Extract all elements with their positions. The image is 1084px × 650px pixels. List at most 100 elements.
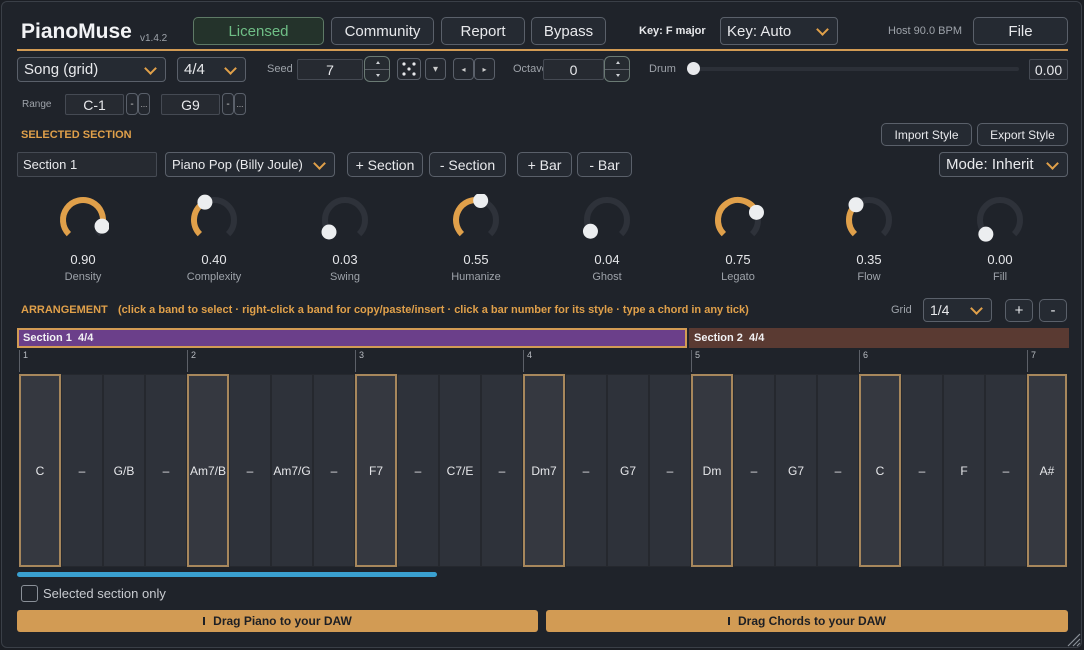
import-style-button[interactable]: Import Style (881, 123, 972, 146)
knob-humanize[interactable]: 0.55 Humanize (411, 194, 541, 283)
knob-dial-icon[interactable] (974, 194, 1026, 246)
range-low-menu[interactable]: ... (138, 93, 150, 115)
chord-tick[interactable]: Dm (691, 374, 733, 567)
chord-tick[interactable]: G/B (103, 374, 145, 567)
chord-tick[interactable]: – (901, 374, 943, 567)
seed-input[interactable]: 7 (297, 59, 363, 80)
drum-value[interactable]: 0.00 (1029, 59, 1068, 80)
knob-label: Humanize (451, 271, 501, 283)
chevron-down-icon (1046, 156, 1059, 170)
chord-tick[interactable]: – (481, 374, 523, 567)
chord-tick[interactable]: – (229, 374, 271, 567)
knob-dial-icon[interactable] (843, 194, 895, 246)
bar-number-2[interactable]: 2 (187, 350, 196, 372)
range-low-minus[interactable]: - (126, 93, 138, 115)
section-band-1[interactable]: Section 1 4/4 (17, 328, 687, 348)
bar-number-1[interactable]: 1 (19, 350, 28, 372)
knob-ghost[interactable]: 0.04 Ghost (542, 194, 672, 283)
seed-next-button[interactable]: ▸ (474, 58, 495, 80)
section-band-2[interactable]: Section 2 4/4 (689, 328, 1069, 348)
bar-number-6[interactable]: 6 (859, 350, 868, 372)
randomize-seed-button[interactable] (397, 58, 421, 80)
drag-chords-button[interactable]: Drag Chords to your DAW (546, 610, 1068, 632)
time-signature-select[interactable]: 4/4 (177, 57, 246, 82)
chord-tick[interactable]: C7/E (439, 374, 481, 567)
zoom-in-button[interactable]: + (1005, 299, 1033, 322)
knob-dial-icon[interactable] (581, 194, 633, 246)
knob-fill[interactable]: 0.00 Fill (935, 194, 1065, 283)
add-section-button[interactable]: + Section (347, 152, 423, 177)
zoom-out-button[interactable]: - (1039, 299, 1067, 322)
knob-dial-icon[interactable] (450, 194, 502, 246)
chord-tick[interactable]: F (943, 374, 985, 567)
range-low-input[interactable]: C-1 (65, 94, 124, 115)
chord-tick[interactable]: C (19, 374, 61, 567)
grid-select[interactable]: 1/4 (923, 298, 992, 322)
section-mode-select[interactable]: Mode: Inherit (939, 152, 1068, 177)
chord-tick[interactable]: F7 (355, 374, 397, 567)
remove-section-button[interactable]: - Section (429, 152, 506, 177)
chord-tick[interactable]: – (649, 374, 691, 567)
knob-dial-icon[interactable] (712, 194, 764, 246)
knob-dial-icon[interactable] (188, 194, 240, 246)
range-high-minus[interactable]: - (222, 93, 234, 115)
bypass-button[interactable]: Bypass (531, 17, 606, 45)
range-high-menu[interactable]: ... (234, 93, 246, 115)
mode-select[interactable]: Song (grid) (17, 57, 166, 82)
drum-slider-thumb[interactable] (687, 62, 700, 75)
drum-slider-track[interactable] (693, 67, 1019, 71)
bar-number-7[interactable]: 7 (1027, 350, 1036, 372)
octave-stepper[interactable] (604, 56, 630, 82)
chord-tick[interactable]: C (859, 374, 901, 567)
selected-only-checkbox[interactable] (21, 585, 38, 602)
knob-label: Flow (857, 271, 881, 283)
section-name-input[interactable]: Section 1 (17, 152, 157, 177)
chord-tick[interactable]: Am7/B (187, 374, 229, 567)
licensed-button[interactable]: Licensed (193, 17, 324, 45)
chord-tick[interactable]: – (985, 374, 1027, 567)
report-button[interactable]: Report (441, 17, 525, 45)
export-style-button[interactable]: Export Style (977, 123, 1068, 146)
bar-number-5[interactable]: 5 (691, 350, 700, 372)
chord-tick[interactable]: – (61, 374, 103, 567)
bar-number-4[interactable]: 4 (523, 350, 532, 372)
knob-value: 0.00 (987, 252, 1013, 267)
chord-tick[interactable]: G7 (775, 374, 817, 567)
chord-tick[interactable]: – (817, 374, 859, 567)
knob-legato[interactable]: 0.75 Legato (673, 194, 803, 283)
knob-dial-icon[interactable] (319, 194, 371, 246)
knob-swing[interactable]: 0.03 Swing (280, 194, 410, 283)
chord-tick[interactable]: – (313, 374, 355, 567)
drag-piano-button[interactable]: Drag Piano to your DAW (17, 610, 538, 632)
seed-stepper[interactable] (364, 56, 390, 82)
chord-tick[interactable]: G7 (607, 374, 649, 567)
range-high-input[interactable]: G9 (161, 94, 220, 115)
seed-menu-button[interactable]: ▾ (425, 58, 446, 80)
community-button[interactable]: Community (331, 17, 434, 45)
file-button[interactable]: File (973, 17, 1068, 45)
arrangement-scrollbar-thumb[interactable] (17, 572, 437, 577)
chord-tick[interactable]: – (145, 374, 187, 567)
arrangement-hint: (click a band to select · right-click a … (118, 304, 749, 316)
section-band-1-label: Section 1 4/4 (23, 332, 94, 344)
chord-tick[interactable]: Dm7 (523, 374, 565, 567)
seed-label: Seed (267, 63, 293, 75)
style-select-value: Piano Pop (Billy Joule) (172, 157, 303, 172)
octave-input[interactable]: 0 (543, 59, 604, 80)
style-select[interactable]: Piano Pop (Billy Joule) (165, 152, 335, 177)
knob-density[interactable]: 0.90 Density (18, 194, 148, 283)
bar-number-3[interactable]: 3 (355, 350, 364, 372)
chord-tick[interactable]: – (565, 374, 607, 567)
knob-complexity[interactable]: 0.40 Complexity (149, 194, 279, 283)
chord-tick[interactable]: – (733, 374, 775, 567)
add-bar-button[interactable]: + Bar (517, 152, 572, 177)
chord-tick[interactable]: – (397, 374, 439, 567)
knob-dial-icon[interactable] (57, 194, 109, 246)
key-select[interactable]: Key: Auto (720, 17, 838, 45)
knob-flow[interactable]: 0.35 Flow (804, 194, 934, 283)
remove-bar-button[interactable]: - Bar (577, 152, 632, 177)
chord-tick[interactable]: Am7/G (271, 374, 313, 567)
seed-prev-button[interactable]: ◂ (453, 58, 474, 80)
resize-grip-icon[interactable] (1065, 631, 1081, 647)
chord-tick[interactable]: A# (1027, 374, 1067, 567)
